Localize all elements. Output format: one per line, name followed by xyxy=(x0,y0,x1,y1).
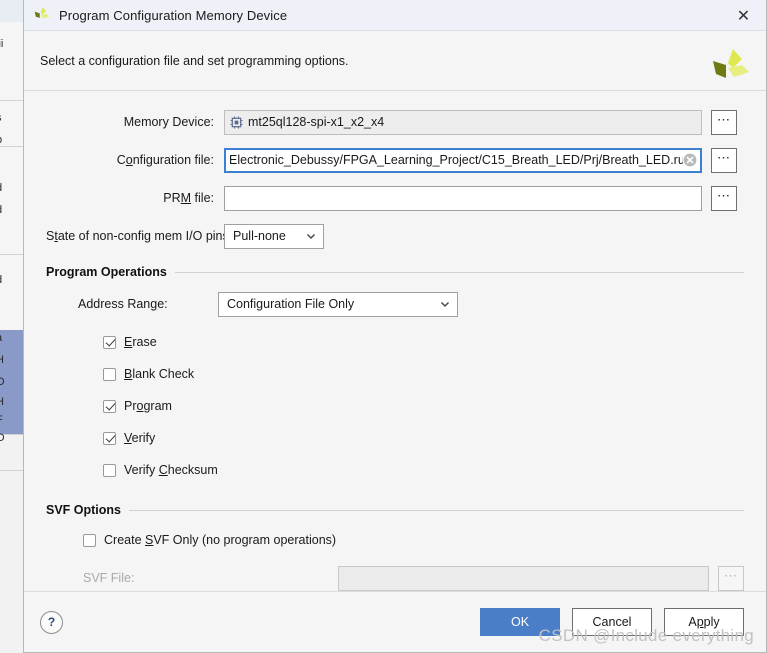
configuration-file-row: Configuration file: Electronic_Debussy/F… xyxy=(46,147,744,173)
chevron-down-icon xyxy=(305,230,317,242)
apply-button[interactable]: Ap ply xyxy=(664,608,744,636)
background-text-fragment: O xyxy=(0,376,5,388)
dialog-footer: ? OK Cancel Ap ply CSDN @Include everythi… xyxy=(24,591,766,652)
ok-button[interactable]: OK xyxy=(480,608,560,636)
background-text-fragment: d xyxy=(0,274,24,286)
checkbox-row-blank-check[interactable]: Blank Check xyxy=(103,363,744,385)
configuration-file-label: Configuration file: xyxy=(116,153,214,167)
dialog-header: Select a configuration file and set prog… xyxy=(24,31,766,91)
background-divider xyxy=(0,470,24,471)
background-text-fragment: O xyxy=(0,432,5,444)
help-icon[interactable]: ? xyxy=(40,610,63,634)
program-operations-body: Address Range: Configuration File Only E… xyxy=(46,279,744,481)
checkbox-row-erase[interactable]: Erase xyxy=(103,331,744,353)
checkbox-label-verify-checksum: Verify Checksum xyxy=(124,463,218,477)
checkbox-label-verify: Verify xyxy=(124,431,156,445)
io-pins-state-value: Pull-none xyxy=(233,229,286,243)
program-configuration-memory-device-dialog: Program Configuration Memory Device ✕ Se… xyxy=(23,0,767,653)
configuration-file-value: Electronic_Debussy/FPGA_Learning_Project… xyxy=(229,153,683,167)
background-window: iii s p d d d a H O H F O xyxy=(0,0,24,653)
checkbox-label-erase: Erase xyxy=(124,335,157,349)
checkbox-create-svf-only[interactable] xyxy=(83,533,96,547)
svf-options-group: SVF Options Create SVF Only (no program … xyxy=(46,503,744,591)
checkbox-label-create-svf-only: Create SVF Only (no program operations) xyxy=(104,533,337,547)
dialog-action-buttons: OK Cancel Ap ply xyxy=(480,608,744,636)
address-range-label: Address Range: xyxy=(78,297,168,311)
checkbox-label-blank-check: Blank Check xyxy=(124,367,195,381)
svf-options-title: SVF Options xyxy=(46,503,121,517)
memory-device-field[interactable]: mt25ql128-spi-x1_x2_x4 xyxy=(224,109,702,135)
svf-options-header: SVF Options xyxy=(46,503,744,517)
configuration-file-input[interactable]: Electronic_Debussy/FPGA_Learning_Project… xyxy=(224,147,702,173)
memory-device-label: Memory Device: xyxy=(123,115,214,129)
background-panel-footer xyxy=(0,434,24,653)
memory-device-value: mt25ql128-spi-x1_x2_x4 xyxy=(248,115,385,129)
checkbox-verify[interactable] xyxy=(103,431,116,445)
address-range-value: Configuration File Only xyxy=(227,297,355,311)
background-text-fragment: d xyxy=(0,204,24,216)
background-divider xyxy=(0,100,24,101)
cancel-button[interactable]: Cancel xyxy=(572,608,652,636)
address-range-row: Address Range: Configuration File Only xyxy=(78,291,744,317)
address-range-select[interactable]: Configuration File Only xyxy=(218,291,458,317)
prm-file-browse-button[interactable]: ⋯ xyxy=(711,185,737,211)
program-operations-title: Program Operations xyxy=(46,265,167,279)
program-operations-group: Program Operations Address Range: Config… xyxy=(46,265,744,481)
program-operations-header: Program Operations xyxy=(46,265,744,279)
vivado-brand-logo-icon xyxy=(708,45,752,89)
svf-file-row: SVF File: ⋯ xyxy=(83,565,744,591)
background-text-fragment: p xyxy=(0,134,24,146)
dialog-title: Program Configuration Memory Device xyxy=(59,7,288,23)
background-divider xyxy=(0,146,24,147)
svf-file-label: SVF File: xyxy=(83,571,135,585)
io-pins-state-select[interactable]: Pull-none xyxy=(224,223,324,249)
checkbox-row-create-svf-only[interactable]: Create SVF Only (no program operations) xyxy=(83,529,744,551)
clear-circle-icon[interactable] xyxy=(683,153,697,167)
background-text-fragment: H xyxy=(0,396,24,408)
background-text-fragment: d xyxy=(0,182,24,194)
background-text-fragment: H xyxy=(0,354,24,366)
memory-device-row: Memory Device: mt25ql128-spi-x1_x2_x4 ⋯ xyxy=(46,109,744,135)
prm-file-input[interactable] xyxy=(224,185,702,211)
background-panel-header xyxy=(0,0,24,23)
group-divider xyxy=(129,509,744,511)
chevron-down-icon xyxy=(439,298,451,310)
io-pins-state-row: State of non-config mem I/O pins: Pull-n… xyxy=(46,223,744,249)
io-pins-state-label: State of non-config mem I/O pins: xyxy=(46,229,233,243)
svf-file-browse-button[interactable]: ⋯ xyxy=(718,565,744,591)
background-text-fragment: s xyxy=(0,112,24,124)
background-divider xyxy=(0,254,24,255)
checkbox-row-program[interactable]: Program xyxy=(103,395,744,417)
dialog-subtitle: Select a configuration file and set prog… xyxy=(40,53,349,68)
checkbox-row-verify[interactable]: Verify xyxy=(103,427,744,449)
checkbox-verify-checksum[interactable] xyxy=(103,463,116,477)
prm-file-row: PRM file: ⋯ xyxy=(46,185,744,211)
chip-icon xyxy=(230,115,243,129)
background-text-fragment: a xyxy=(0,332,24,344)
checkbox-row-verify-checksum[interactable]: Verify Checksum xyxy=(103,459,744,481)
prm-file-label: PRM file: xyxy=(163,191,214,205)
vivado-logo-icon xyxy=(33,6,51,24)
checkbox-erase[interactable] xyxy=(103,335,116,349)
group-divider xyxy=(174,271,744,273)
dialog-titlebar: Program Configuration Memory Device ✕ xyxy=(24,0,766,31)
checkbox-label-program: Program xyxy=(124,399,172,413)
background-text-fragment: F xyxy=(0,414,24,426)
checkbox-blank-check[interactable] xyxy=(103,367,116,381)
program-operations-checkbox-list: Erase Blank Check Program Verify Verify … xyxy=(78,331,744,481)
dialog-content: Memory Device: mt25ql128-spi-x1_x2_x4 ⋯ … xyxy=(24,91,766,591)
close-icon[interactable]: ✕ xyxy=(721,0,766,30)
memory-device-browse-button[interactable]: ⋯ xyxy=(711,109,737,135)
background-text-fragment: iii xyxy=(0,38,4,50)
svf-file-input[interactable] xyxy=(338,565,709,591)
configuration-file-browse-button[interactable]: ⋯ xyxy=(711,147,737,173)
svf-options-body: Create SVF Only (no program operations) … xyxy=(46,517,744,591)
checkbox-program[interactable] xyxy=(103,399,116,413)
